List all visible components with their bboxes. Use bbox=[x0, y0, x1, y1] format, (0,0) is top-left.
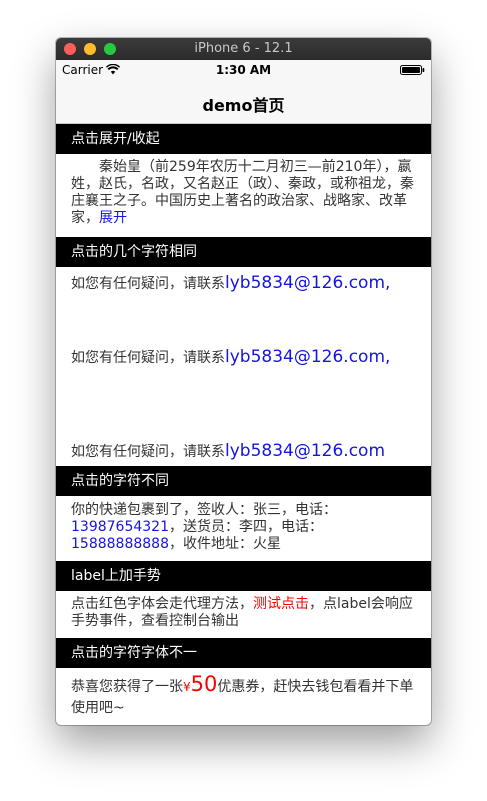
status-bar: Carrier 1:30 AM bbox=[56, 60, 431, 80]
battery-icon bbox=[400, 65, 425, 75]
section-header-mixed-fonts: 点击的字符字体不一 bbox=[56, 638, 431, 668]
maximize-icon[interactable] bbox=[104, 43, 116, 55]
expandable-label[interactable]: 秦始皇（前259年农历十二月初三—前210年），嬴姓，赵氏，名政，又名赵正（政）… bbox=[71, 159, 415, 227]
email-link[interactable]: lyb5834@126.com bbox=[225, 347, 385, 367]
delivery-text: ，送货员：李四，电话： bbox=[168, 519, 323, 535]
navigation-bar: demo首页 bbox=[56, 80, 431, 124]
contact-label: 如您有任何疑问，请联系lyb5834@126.com, bbox=[71, 273, 390, 293]
page-title: demo首页 bbox=[202, 96, 285, 115]
coupon-label: 恭喜您获得了一张¥50优惠券，赶快去钱包看看并下单使用吧~ bbox=[71, 674, 415, 719]
simulator-window: iPhone 6 - 12.1 Carrier 1:30 AM demo首页 点… bbox=[56, 38, 431, 725]
contact-prefix: 如您有任何疑问，请联系 bbox=[71, 276, 225, 292]
contact-suffix: , bbox=[385, 347, 391, 367]
yen-symbol[interactable]: ¥ bbox=[183, 680, 191, 694]
contact-prefix: 如您有任何疑问，请联系 bbox=[71, 444, 225, 460]
email-link[interactable]: lyb5834@126.com bbox=[225, 441, 385, 461]
phone-link[interactable]: 13987654321 bbox=[71, 519, 169, 535]
contact-prefix: 如您有任何疑问，请联系 bbox=[71, 350, 225, 366]
coupon-text: 恭喜您获得了一张 bbox=[71, 679, 183, 695]
section-header-diff-chars: 点击的字符不同 bbox=[56, 466, 431, 496]
status-time: 1:30 AM bbox=[215, 63, 272, 77]
test-click-link[interactable]: 测试点击 bbox=[253, 596, 309, 612]
contact-label: 如您有任何疑问，请联系lyb5834@126.com, bbox=[71, 347, 390, 367]
minimize-icon[interactable] bbox=[84, 43, 96, 55]
delivery-text: 你的快递包裹到了，签收人：张三，电话： bbox=[71, 502, 337, 518]
gesture-text: 点击红色字体会走代理方法， bbox=[71, 596, 253, 612]
phone-link[interactable]: 15888888888 bbox=[71, 536, 169, 552]
email-link[interactable]: lyb5834@126.com bbox=[225, 273, 385, 293]
contact-suffix: , bbox=[385, 273, 391, 293]
delivery-text: ，收件地址：火星 bbox=[168, 536, 281, 552]
close-icon[interactable] bbox=[64, 43, 76, 55]
title-bar[interactable]: iPhone 6 - 12.1 bbox=[56, 38, 431, 60]
coupon-amount[interactable]: 50 bbox=[191, 672, 218, 696]
gesture-label[interactable]: 点击红色字体会走代理方法，测试点击，点label会响应手势事件，查看控制台输出 bbox=[71, 596, 415, 630]
expand-link[interactable]: 展开 bbox=[99, 210, 127, 226]
section-header-expand: 点击展开/收起 bbox=[56, 124, 431, 154]
section-header-gesture: label上加手势 bbox=[56, 561, 431, 591]
section-header-same-chars: 点击的几个字符相同 bbox=[56, 237, 431, 267]
window-title: iPhone 6 - 12.1 bbox=[194, 41, 293, 56]
delivery-label: 你的快递包裹到了，签收人：张三，电话：13987654321，送货员：李四，电话… bbox=[71, 502, 415, 553]
contact-label: 如您有任何疑问，请联系lyb5834@126.com bbox=[71, 441, 385, 461]
